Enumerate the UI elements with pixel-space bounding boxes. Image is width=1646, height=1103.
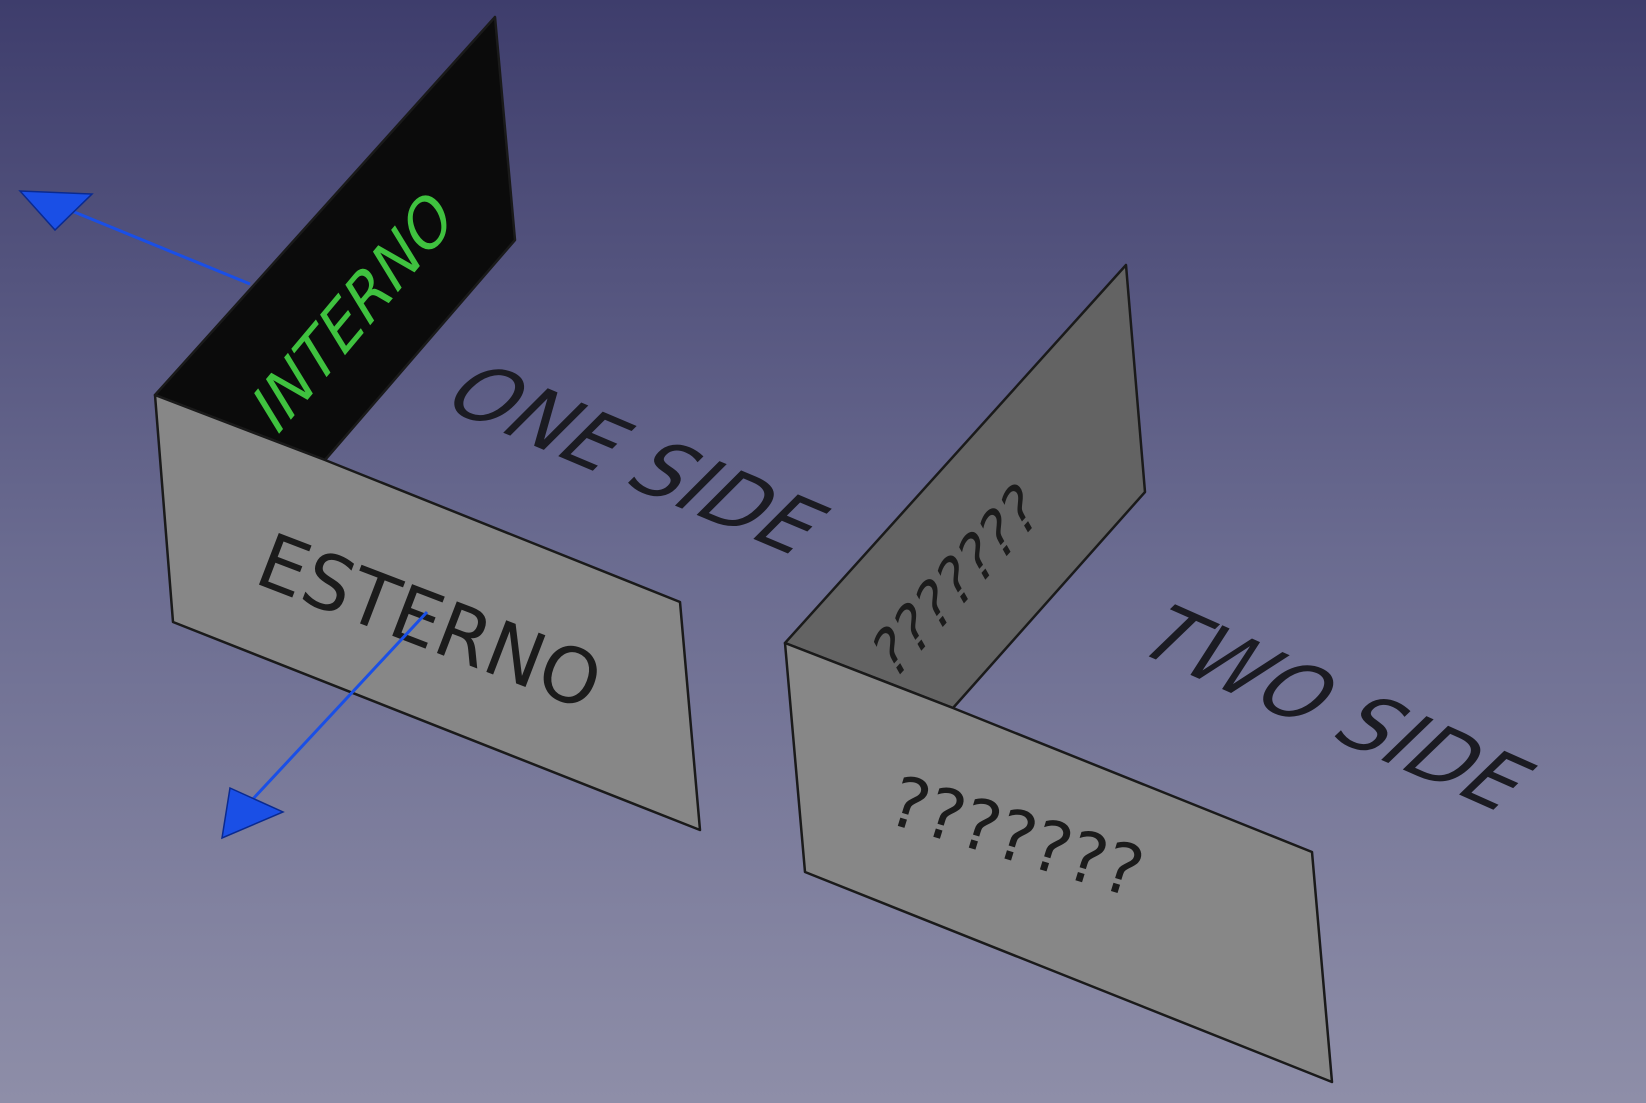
one-side-object[interactable]: INTERNO ESTERNO ONE SIDE	[153, 15, 849, 832]
scene-canvas[interactable]: INTERNO ESTERNO ONE SIDE ??????? ???????…	[0, 0, 1646, 1103]
3d-viewport[interactable]: INTERNO ESTERNO ONE SIDE ??????? ???????…	[0, 0, 1646, 1103]
normal-arrow-back-head-icon	[18, 190, 94, 232]
normal-arrow-back-line	[61, 205, 251, 286]
two-side-title: TWO SIDE	[1114, 592, 1555, 826]
two-side-inner-face[interactable]	[783, 263, 1147, 710]
normal-arrow-front-head-icon	[221, 786, 285, 840]
two-side-object[interactable]: ??????? ??????? TWO SIDE	[783, 263, 1555, 1084]
